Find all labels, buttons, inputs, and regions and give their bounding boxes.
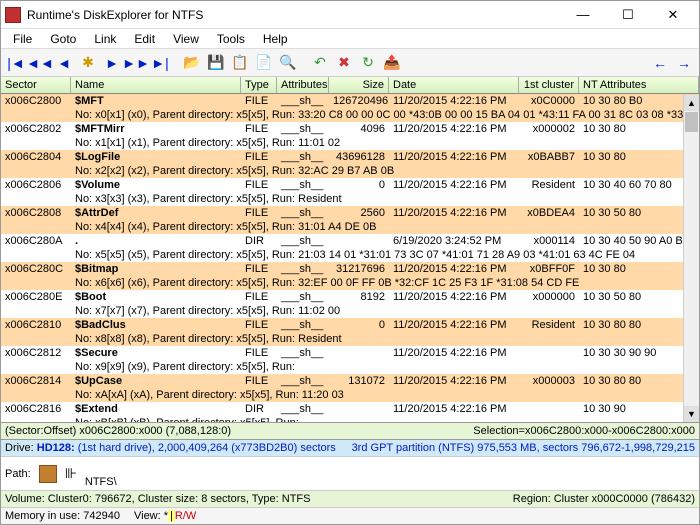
history-back-icon[interactable]: ← <box>649 52 671 74</box>
nav-person-icon[interactable]: ✱ <box>77 52 99 74</box>
table-row[interactable]: x006C2804$LogFileFILE___sh__4369612811/2… <box>1 150 699 164</box>
col-name[interactable]: Name <box>71 77 241 93</box>
toolbar: |◄ ◄◄ ◄ ✱ ► ►► ►| 📂 💾 📋 📄 🔍 ↶ ✖ ↻ 📤 ← → <box>1 49 699 77</box>
table-header: Sector Name Type Attributes Size Date 1s… <box>1 77 699 94</box>
path-value: NTFS\ <box>85 476 117 488</box>
menu-view[interactable]: View <box>165 30 207 48</box>
app-icon <box>5 7 21 23</box>
copy-icon[interactable]: 📋 <box>229 52 251 74</box>
row-detail: No: x9[x9] (x9), Parent directory: x5[x5… <box>1 360 699 374</box>
table-row[interactable]: x006C2816$ExtendDIR___sh__11/20/2015 4:2… <box>1 402 699 416</box>
path-label: Path: <box>5 468 31 480</box>
table-row[interactable]: x006C2812$SecureFILE___sh__11/20/2015 4:… <box>1 346 699 360</box>
nav-next-page-icon[interactable]: ►► <box>125 52 147 74</box>
drive-bar: Drive: HD128: (1st hard drive), 2,000,40… <box>1 439 699 456</box>
menubar: FileGotoLinkEditViewToolsHelp <box>1 29 699 49</box>
col-cluster[interactable]: 1st cluster <box>519 77 579 93</box>
row-detail: No: x4[x4] (x4), Parent directory: x5[x5… <box>1 220 699 234</box>
volume-left: Volume: Cluster0: 796672, Cluster size: … <box>5 493 311 505</box>
refresh-icon[interactable]: ↻ <box>357 52 379 74</box>
file-table[interactable]: Sector Name Type Attributes Size Date 1s… <box>1 77 699 422</box>
menu-goto[interactable]: Goto <box>42 30 84 48</box>
row-detail: No: x1[x1] (x1), Parent directory: x5[x5… <box>1 136 699 150</box>
menu-link[interactable]: Link <box>86 30 124 48</box>
open-icon[interactable]: 📂 <box>181 52 203 74</box>
row-detail: No: x3[x3] (x3), Parent directory: x5[x5… <box>1 192 699 206</box>
row-detail: No: x0[x1] (x0), Parent directory: x5[x5… <box>1 108 699 122</box>
path-bar: Path: ⊪ NTFS\ <box>1 456 699 490</box>
titlebar: Runtime's DiskExplorer for NTFS — ☐ ✕ <box>1 1 699 29</box>
minimize-button[interactable]: — <box>561 3 605 27</box>
row-detail: No: xA[xA] (xA), Parent directory: x5[x5… <box>1 388 699 402</box>
col-size[interactable]: Size <box>329 77 389 93</box>
col-ntattr[interactable]: NT Attributes <box>579 77 699 93</box>
menu-file[interactable]: File <box>5 30 40 48</box>
row-detail: No: x5[x5] (x5), Parent directory: x5[x5… <box>1 248 699 262</box>
paste-icon[interactable]: 📄 <box>253 52 275 74</box>
back-icon[interactable]: ↶ <box>309 52 331 74</box>
drive-right: 3rd GPT partition (NTFS) 975,553 MB, sec… <box>352 442 695 454</box>
menu-help[interactable]: Help <box>255 30 296 48</box>
volume-bar: Volume: Cluster0: 796672, Cluster size: … <box>1 490 699 507</box>
vertical-scrollbar[interactable]: ▲ ▼ <box>683 95 699 422</box>
maximize-button[interactable]: ☐ <box>606 3 650 27</box>
menu-tools[interactable]: Tools <box>209 30 253 48</box>
row-detail: No: x8[x8] (x8), Parent directory: x5[x5… <box>1 332 699 346</box>
view-label: View: <box>134 510 161 522</box>
table-row[interactable]: x006C2810$BadClusFILE___sh__011/20/2015 … <box>1 318 699 332</box>
save-icon[interactable]: 💾 <box>205 52 227 74</box>
scroll-down-icon[interactable]: ▼ <box>684 406 699 422</box>
col-type[interactable]: Type <box>241 77 277 93</box>
table-row[interactable]: x006C280C$BitmapFILE___sh__3121769611/20… <box>1 262 699 276</box>
memory-bar: Memory in use: 742940 View: * | R/W <box>1 507 699 524</box>
scroll-thumb[interactable] <box>685 112 698 132</box>
row-detail: No: x6[x6] (x6), Parent directory: x5[x5… <box>1 276 699 290</box>
status-left: (Sector:Offset) x006C2800:x000 (7,088,12… <box>5 425 231 437</box>
nav-prev-page-icon[interactable]: ◄◄ <box>29 52 51 74</box>
table-row[interactable]: x006C2814$UpCaseFILE___sh__13107211/20/2… <box>1 374 699 388</box>
drive-left: Drive: HD128: (1st hard drive), 2,000,40… <box>5 442 336 454</box>
table-row[interactable]: x006C2802$MFTMirrFILE___sh__409611/20/20… <box>1 122 699 136</box>
scroll-up-icon[interactable]: ▲ <box>684 95 699 111</box>
col-attr[interactable]: Attributes <box>277 77 329 93</box>
table-row[interactable]: x006C2806$VolumeFILE___sh__011/20/2015 4… <box>1 178 699 192</box>
close-button[interactable]: ✕ <box>651 3 695 27</box>
view-cursor-icon[interactable]: | <box>168 510 175 522</box>
col-sector[interactable]: Sector <box>1 77 71 93</box>
menu-edit[interactable]: Edit <box>126 30 163 48</box>
table-row[interactable]: x006C2808$AttrDefFILE___sh__256011/20/20… <box>1 206 699 220</box>
find-icon[interactable]: 🔍 <box>277 52 299 74</box>
volume-right: Region: Cluster x000C0000 (786432) <box>513 493 695 505</box>
nav-last-icon[interactable]: ►| <box>149 52 171 74</box>
mem-value: 742940 <box>83 510 120 522</box>
nav-next-icon[interactable]: ► <box>101 52 123 74</box>
status-right: Selection=x006C2800:x000-x006C2800:x000 <box>473 425 695 437</box>
window-title: Runtime's DiskExplorer for NTFS <box>27 8 561 22</box>
mem-label: Memory in use: <box>5 510 80 522</box>
nav-first-icon[interactable]: |◄ <box>5 52 27 74</box>
nav-prev-icon[interactable]: ◄ <box>53 52 75 74</box>
tree-icon[interactable]: ⊪ <box>65 465 77 482</box>
table-row[interactable]: x006C280A.DIR___sh__6/19/2020 3:24:52 PM… <box>1 234 699 248</box>
undo-icon[interactable]: ✖ <box>333 52 355 74</box>
row-detail: No: x7[x7] (x7), Parent directory: x5[x5… <box>1 304 699 318</box>
row-detail: No: x2[x2] (x2), Parent directory: x5[x5… <box>1 164 699 178</box>
table-row[interactable]: x006C2800$MFTFILE___sh__12672049611/20/2… <box>1 94 699 108</box>
status-bar: (Sector:Offset) x006C2800:x000 (7,088,12… <box>1 422 699 439</box>
row-detail: No: xB[xB] (xB), Parent directory: x5[x5… <box>1 416 699 422</box>
export-icon[interactable]: 📤 <box>381 52 403 74</box>
boot-icon[interactable] <box>39 465 57 483</box>
view-rw[interactable]: R/W <box>175 510 196 522</box>
col-date[interactable]: Date <box>389 77 519 93</box>
history-fwd-icon[interactable]: → <box>673 52 695 74</box>
table-row[interactable]: x006C280E$BootFILE___sh__819211/20/2015 … <box>1 290 699 304</box>
